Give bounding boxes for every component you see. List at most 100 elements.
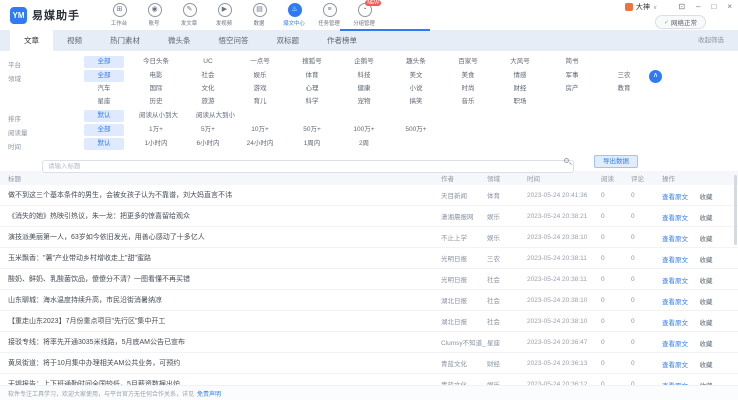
article-title[interactable]: 酸奶、鲜奶、乳酸菌饮品，傻傻分不清？一图看懂不再买错 — [8, 274, 441, 284]
filter-chip[interactable]: 军事 — [552, 70, 592, 82]
filter-chip[interactable]: 10万+ — [240, 124, 280, 136]
content-tab[interactable]: 作者榜单 — [313, 30, 371, 51]
maximize-icon[interactable]: □ — [711, 2, 716, 12]
filter-chip[interactable]: 财经 — [500, 83, 540, 95]
disclaimer-link[interactable]: 免责声明 — [197, 389, 221, 398]
filter-chip[interactable]: 2周 — [344, 138, 384, 150]
article-title[interactable]: 黄凤街道：将于10月集中办理相关AM公共业务，可预约 — [8, 358, 441, 368]
scrollbar-thumb[interactable] — [734, 175, 737, 245]
article-title[interactable]: 做不到这三个基本条件的男生，会被女孩子认为不靠谱，刘大妈直言不讳 — [8, 190, 441, 200]
filter-chip[interactable]: 游戏 — [240, 83, 280, 95]
filter-chip[interactable]: 1万+ — [136, 124, 176, 136]
filter-chip[interactable]: 体育 — [292, 70, 332, 82]
content-tab[interactable]: 悟空问答 — [205, 30, 263, 51]
filter-chip[interactable]: 国际 — [136, 83, 176, 95]
collapse-filters-link[interactable]: 收起筛选 — [698, 30, 724, 51]
filter-chip[interactable]: 1周内 — [292, 138, 332, 150]
favorite-link[interactable]: 收藏 — [699, 236, 712, 243]
content-tab[interactable]: 热门素材 — [96, 30, 154, 51]
filter-chip[interactable]: 一点号 — [240, 56, 280, 68]
filter-chip[interactable]: 社会 — [188, 70, 228, 82]
filter-chip[interactable]: 百家号 — [448, 56, 488, 68]
favorite-link[interactable]: 收藏 — [699, 278, 712, 285]
content-tab[interactable]: 文章 — [10, 30, 53, 51]
filter-chip[interactable]: 历史 — [136, 96, 176, 108]
filter-chip[interactable]: 心理 — [292, 83, 332, 95]
view-original-link[interactable]: 查看原文 — [662, 341, 688, 348]
filter-chip[interactable]: 100万+ — [344, 124, 384, 136]
search-icon[interactable] — [564, 158, 569, 163]
favorite-link[interactable]: 收藏 — [699, 362, 712, 369]
network-status-pill[interactable]: ✓ 网络正常 — [654, 15, 706, 29]
filter-chip[interactable]: 娱乐 — [240, 70, 280, 82]
favorite-link[interactable]: 收藏 — [699, 299, 712, 306]
filter-chip[interactable]: 三农 — [604, 70, 644, 82]
filter-chip[interactable]: 企鹅号 — [344, 56, 384, 68]
filter-chip[interactable]: 音乐 — [448, 96, 488, 108]
view-original-link[interactable]: 查看原文 — [662, 299, 688, 306]
view-original-link[interactable]: 查看原文 — [662, 278, 688, 285]
favorite-link[interactable]: 收藏 — [699, 320, 712, 327]
filter-chip[interactable]: 大风号 — [500, 56, 540, 68]
filter-chip[interactable]: 小说 — [396, 83, 436, 95]
filter-chip[interactable]: 24小时内 — [240, 138, 280, 150]
nav-item[interactable]: ◉ 账号 — [137, 3, 172, 27]
article-title[interactable]: 【重走山东2023】7月份重点项目"先行区"集中开工 — [8, 316, 441, 326]
filter-chip[interactable]: 全部 — [84, 124, 124, 136]
filter-chip[interactable]: 5万+ — [188, 124, 228, 136]
filter-chip[interactable]: 500万+ — [396, 124, 436, 136]
filter-chip[interactable]: 宠物 — [344, 96, 384, 108]
favorite-link[interactable]: 收藏 — [699, 257, 712, 264]
view-original-link[interactable]: 查看原文 — [662, 215, 688, 222]
article-title[interactable]: 接驳专线：将率先开通3035米线路，5月底AM公告已宣布 — [8, 337, 441, 347]
filter-chip[interactable]: 科学 — [292, 96, 332, 108]
filter-chip[interactable]: 星座 — [84, 96, 124, 108]
view-original-link[interactable]: 查看原文 — [662, 194, 688, 201]
filter-chip[interactable]: 房产 — [552, 83, 592, 95]
filter-chip[interactable]: 汽车 — [84, 83, 124, 95]
nav-item[interactable]: ✎ 发文章 — [172, 3, 207, 27]
collapse-categories-button[interactable]: ∧ — [649, 70, 662, 83]
filter-chip[interactable]: 搜狐号 — [292, 56, 332, 68]
view-original-link[interactable]: 查看原文 — [662, 362, 688, 369]
view-original-link[interactable]: 查看原文 — [662, 257, 688, 264]
filter-chip[interactable]: 文化 — [188, 83, 228, 95]
content-tab[interactable]: 双标题 — [263, 30, 314, 51]
minimize-icon[interactable]: – — [696, 2, 700, 12]
chevron-down-icon[interactable]: ∨ — [653, 4, 657, 11]
nav-item[interactable]: ⊞ 工作台 — [102, 3, 137, 27]
filter-chip[interactable]: 6小时内 — [188, 138, 228, 150]
export-data-button[interactable]: 导出数据 — [594, 155, 638, 168]
filter-chip[interactable]: 全部 — [84, 56, 124, 68]
filter-chip[interactable]: 趣头条 — [396, 56, 436, 68]
favorite-link[interactable]: 收藏 — [699, 215, 712, 222]
article-title[interactable]: 演技派美丽第一人，63岁如今依旧发光，用善心感动了十多亿人 — [8, 232, 441, 242]
nav-item[interactable]: ▶ 发视频 — [207, 3, 242, 27]
filter-chip[interactable]: 50万+ — [292, 124, 332, 136]
filter-chip[interactable]: 旅游 — [188, 96, 228, 108]
filter-chip[interactable]: 搞笑 — [396, 96, 436, 108]
nav-item[interactable]: ♨ 爆文中心 — [277, 3, 312, 27]
favorite-link[interactable]: 收藏 — [699, 194, 712, 201]
article-title[interactable]: 山东聊城：海水温度持续升高，市民沿街消暑纳凉 — [8, 295, 441, 305]
filter-chip[interactable]: 全部 — [84, 70, 124, 82]
filter-chip[interactable]: 情感 — [500, 70, 540, 82]
filter-chip[interactable]: 简书 — [552, 56, 592, 68]
nav-item[interactable]: NEW ◔ 分组管理 — [347, 0, 382, 27]
filter-chip[interactable]: 教育 — [604, 83, 644, 95]
title-search-input[interactable] — [42, 160, 574, 173]
nav-item[interactable]: ▤ 数据 — [242, 3, 277, 27]
favorite-link[interactable]: 收藏 — [699, 341, 712, 348]
view-original-link[interactable]: 查看原文 — [662, 236, 688, 243]
article-title[interactable]: 《消失的她》热映引热议，朱一龙：把更多的惊喜留给观众 — [8, 211, 441, 221]
filter-chip[interactable]: 时尚 — [448, 83, 488, 95]
filter-chip[interactable]: 电影 — [136, 70, 176, 82]
content-tab[interactable]: 视频 — [53, 30, 96, 51]
filter-chip[interactable]: 育儿 — [240, 96, 280, 108]
close-icon[interactable]: × — [727, 2, 732, 12]
filter-chip[interactable]: 阅读从大到小 — [193, 110, 238, 122]
filter-chip[interactable]: 健康 — [344, 83, 384, 95]
filter-chip[interactable]: 职场 — [500, 96, 540, 108]
filter-chip[interactable]: 美文 — [396, 70, 436, 82]
filter-chip[interactable]: 科技 — [344, 70, 384, 82]
